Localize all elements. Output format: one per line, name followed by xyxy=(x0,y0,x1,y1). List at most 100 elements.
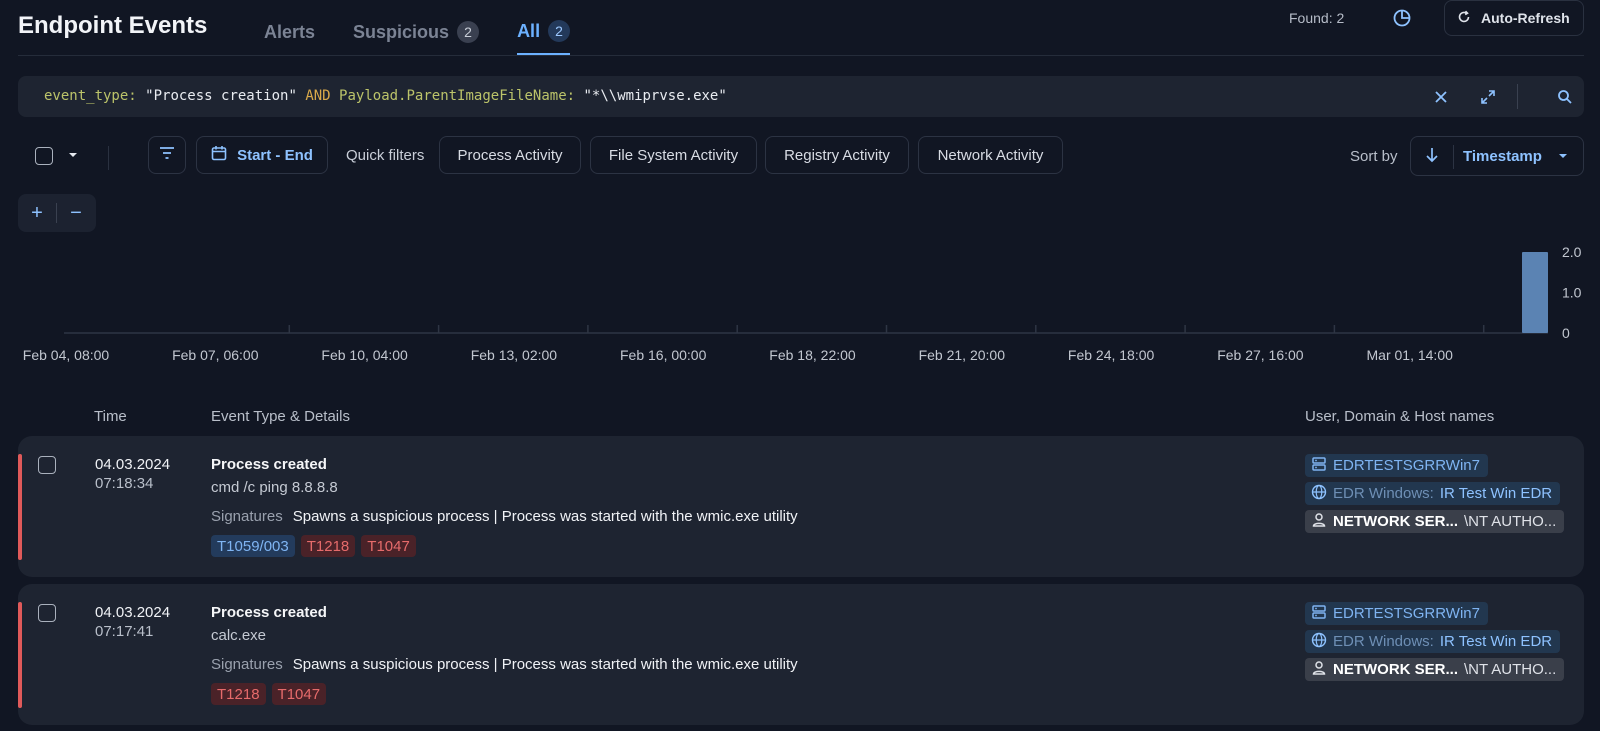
refresh-icon xyxy=(1457,10,1471,27)
event-command: cmd /c ping 8.8.8.8 xyxy=(211,479,338,496)
signatures-text: Spawns a suspicious process | Process wa… xyxy=(292,508,798,525)
domain-chip[interactable]: EDR Windows: IR Test Win EDR xyxy=(1305,482,1561,505)
sort-select[interactable]: Timestamp xyxy=(1410,136,1584,176)
mitre-tags: T1059/003 T1218 T1047 xyxy=(211,535,416,557)
x-tick-label: Feb 07, 06:00 xyxy=(172,347,259,363)
found-count: Found: 2 xyxy=(1289,10,1345,26)
y-tick-label: 2.0 xyxy=(1562,244,1582,260)
query-value: "Process creation" xyxy=(145,88,297,104)
host-name: EDRTESTSGRRWin7 xyxy=(1333,457,1480,474)
zoom-out-button[interactable]: − xyxy=(57,202,95,225)
event-time: 07:17:41 xyxy=(95,623,154,640)
date-range-button[interactable]: Start - End xyxy=(196,136,328,174)
zoom-in-button[interactable]: + xyxy=(18,202,56,225)
histogram-bar xyxy=(1522,252,1548,333)
user-icon xyxy=(1311,512,1327,532)
severity-indicator xyxy=(18,454,22,560)
tab-suspicious[interactable]: Suspicious 2 xyxy=(353,17,480,55)
x-tick-label: Feb 10, 04:00 xyxy=(321,347,408,363)
x-tick-label: Feb 27, 16:00 xyxy=(1217,347,1304,363)
select-all-checkbox[interactable] xyxy=(35,147,53,165)
quick-filter-file-system-activity[interactable]: File System Activity xyxy=(590,136,757,174)
divider xyxy=(1517,84,1518,109)
query-value: "*\\wmiprvse.exe" xyxy=(583,88,727,104)
host-info: EDRTESTSGRRWin7 EDR Windows: IR Test Win … xyxy=(1305,454,1565,538)
header-divider xyxy=(18,55,1584,56)
query-field: Payload.ParentImageFileName: xyxy=(339,88,576,104)
tab-label: All xyxy=(517,20,541,41)
quick-filter-network-activity[interactable]: Network Activity xyxy=(918,136,1063,174)
table-row[interactable]: 04.03.2024 07:18:34 Process created cmd … xyxy=(18,436,1584,577)
tab-alerts[interactable]: Alerts xyxy=(264,17,315,55)
host-name: EDRTESTSGRRWin7 xyxy=(1333,605,1480,622)
x-tick-label: Feb 16, 00:00 xyxy=(620,347,707,363)
event-date: 04.03.2024 xyxy=(95,456,171,473)
host-chip[interactable]: EDRTESTSGRRWin7 xyxy=(1305,602,1488,625)
globe-icon xyxy=(1311,632,1327,652)
column-header-time: Time xyxy=(94,408,127,425)
arrow-down-icon[interactable] xyxy=(1425,147,1439,168)
mitre-tag[interactable]: T1218 xyxy=(300,535,356,557)
user-name: NETWORK SER... xyxy=(1333,661,1459,678)
mitre-tag[interactable]: T1047 xyxy=(271,683,327,705)
signatures: Signatures Spawns a suspicious process | … xyxy=(211,656,798,673)
query-text[interactable]: event_type: "Process creation" AND Paylo… xyxy=(44,88,727,104)
column-header-user: User, Domain & Host names xyxy=(1305,408,1495,425)
user-domain: \NT AUTHO... xyxy=(1464,661,1557,678)
user-chip[interactable]: NETWORK SER... \NT AUTHO... xyxy=(1305,658,1565,681)
server-icon xyxy=(1311,604,1327,624)
quick-filter-registry-activity[interactable]: Registry Activity xyxy=(765,136,909,174)
host-info: EDRTESTSGRRWin7 EDR Windows: IR Test Win … xyxy=(1305,602,1565,686)
user-chip[interactable]: NETWORK SER... \NT AUTHO... xyxy=(1305,510,1565,533)
mitre-tag[interactable]: T1218 xyxy=(211,683,266,705)
x-tick-label: Feb 04, 08:00 xyxy=(23,347,110,363)
signatures-label: Signatures xyxy=(211,656,283,673)
quick-filter-process-activity[interactable]: Process Activity xyxy=(439,136,581,174)
search-query-bar[interactable]: event_type: "Process creation" AND Paylo… xyxy=(18,76,1584,117)
mitre-tag[interactable]: T1047 xyxy=(361,535,416,557)
auto-refresh-button[interactable]: Auto-Refresh xyxy=(1444,0,1584,36)
x-tick-label: Feb 13, 02:00 xyxy=(471,347,558,363)
host-chip[interactable]: EDRTESTSGRRWin7 xyxy=(1305,454,1488,477)
event-histogram: Feb 04, 08:00 Feb 07, 06:00 Feb 10, 04:00 F… xyxy=(23,244,1582,363)
calendar-icon xyxy=(211,145,227,165)
event-type[interactable]: Process created xyxy=(211,456,327,473)
event-date: 04.03.2024 xyxy=(95,604,171,621)
row-checkbox[interactable] xyxy=(38,604,56,622)
row-checkbox[interactable] xyxy=(38,456,56,474)
column-header-event: Event Type & Details xyxy=(211,408,350,425)
search-icon[interactable] xyxy=(1552,84,1578,110)
tabs-bar: Alerts Suspicious 2 All 2 xyxy=(264,17,571,55)
clear-icon[interactable] xyxy=(1428,84,1454,110)
domain-chip[interactable]: EDR Windows: IR Test Win EDR xyxy=(1305,630,1561,653)
event-type[interactable]: Process created xyxy=(211,604,327,621)
tab-label: Suspicious xyxy=(353,21,450,42)
severity-indicator xyxy=(18,602,22,708)
table-row[interactable]: 04.03.2024 07:17:41 Process created calc… xyxy=(18,584,1584,725)
quick-filters-label: Quick filters xyxy=(346,147,425,164)
tab-label: Alerts xyxy=(264,21,316,42)
expand-icon[interactable] xyxy=(1475,84,1501,110)
filter-icon xyxy=(159,146,175,164)
filter-button[interactable] xyxy=(148,136,186,174)
user-name: NETWORK SER... xyxy=(1333,513,1459,530)
divider xyxy=(108,146,109,170)
domain-name: IR Test Win EDR xyxy=(1439,485,1553,502)
y-tick-label: 0 xyxy=(1562,325,1570,341)
user-icon xyxy=(1311,660,1327,680)
count-badge: 2 xyxy=(457,21,480,43)
event-command: calc.exe xyxy=(211,627,267,644)
globe-icon xyxy=(1311,484,1327,504)
user-domain: \NT AUTHO... xyxy=(1464,513,1557,530)
tab-all[interactable]: All 2 xyxy=(517,17,571,55)
mitre-tags: T1218 T1047 xyxy=(211,683,327,705)
query-field: event_type: xyxy=(44,88,137,104)
count-badge: 2 xyxy=(548,20,571,42)
pie-chart-icon[interactable] xyxy=(1392,8,1414,30)
x-tick-label: Feb 21, 20:00 xyxy=(919,347,1006,363)
mitre-tag[interactable]: T1059/003 xyxy=(211,535,295,557)
chevron-down-icon[interactable] xyxy=(66,148,80,162)
x-tick-label: Feb 18, 22:00 xyxy=(769,347,856,363)
date-range-label: Start - End xyxy=(237,146,313,164)
auto-refresh-label: Auto-Refresh xyxy=(1481,10,1570,26)
